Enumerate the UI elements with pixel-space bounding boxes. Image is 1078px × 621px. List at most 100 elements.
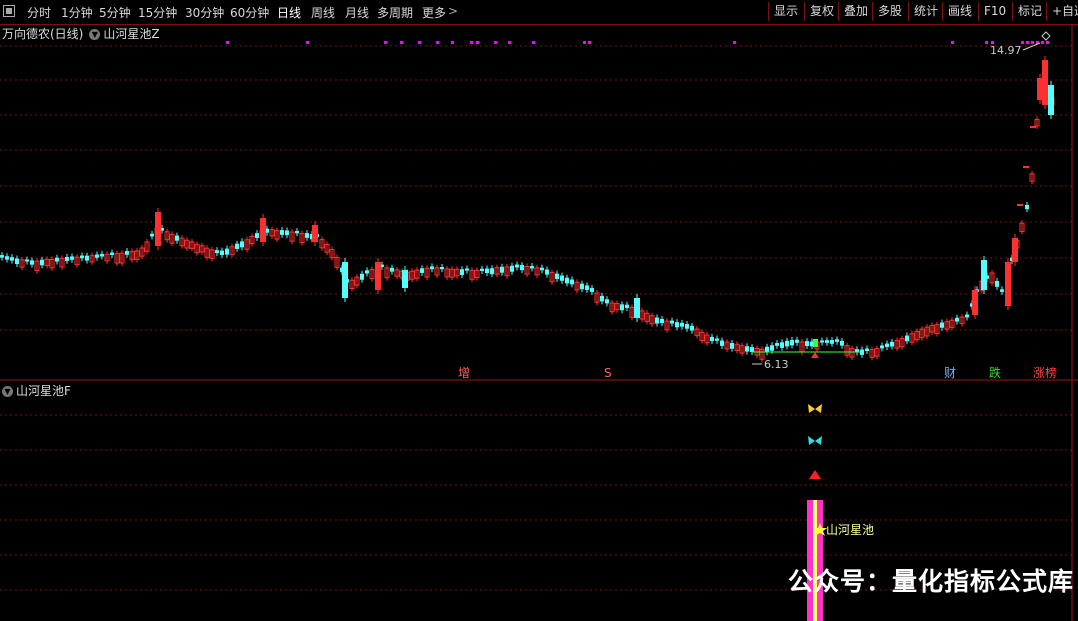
signal-dot xyxy=(494,41,497,44)
candle-body xyxy=(240,241,244,248)
candle-body xyxy=(972,290,978,315)
marker-green xyxy=(813,339,818,347)
candle-body xyxy=(175,235,179,241)
candle-body xyxy=(440,267,444,270)
candle-body xyxy=(225,248,229,255)
signal-dot xyxy=(1046,41,1049,44)
sub-panel-header: ▼ 山河星池F xyxy=(2,382,71,399)
candle-body xyxy=(95,254,99,258)
candle-body xyxy=(880,345,884,349)
candle-body xyxy=(805,341,809,346)
candle-body xyxy=(1048,85,1054,115)
signal-dot xyxy=(583,41,586,44)
candle-body xyxy=(860,349,864,355)
diamond-icon xyxy=(1041,31,1051,41)
signal-dot xyxy=(226,41,229,44)
candle-body xyxy=(580,283,584,290)
candle-body xyxy=(420,268,424,273)
signal-dot xyxy=(470,41,473,44)
candle-body xyxy=(30,260,34,265)
signal-dot xyxy=(508,41,511,44)
candle-body xyxy=(342,262,348,298)
kline-chart[interactable]: 14.97 6.13 山河星池 xyxy=(0,0,1078,621)
candle-body xyxy=(235,243,239,249)
candle-body xyxy=(0,255,4,258)
candle-body xyxy=(25,259,29,262)
signal-bar-core xyxy=(813,500,817,621)
candle-body xyxy=(685,324,689,329)
candle-body xyxy=(790,339,794,346)
candle-body xyxy=(510,265,514,272)
candle-body xyxy=(565,277,569,284)
candle-body xyxy=(312,225,318,242)
candle-body xyxy=(785,340,789,347)
candle-body xyxy=(255,233,259,238)
candle-body xyxy=(150,233,154,237)
candle-body xyxy=(1012,238,1018,262)
candle-body xyxy=(10,257,14,261)
event-badge-s[interactable]: S xyxy=(603,366,613,380)
candle-body xyxy=(555,273,559,279)
event-badge-zhangbang[interactable]: 涨榜 xyxy=(1032,366,1058,380)
candle-body xyxy=(125,251,129,255)
candle-body xyxy=(480,268,484,272)
candle-body xyxy=(540,267,544,271)
candle-body xyxy=(670,320,674,324)
signal-dot xyxy=(400,41,403,44)
candle-body xyxy=(570,279,574,285)
candle-body xyxy=(80,255,84,259)
candle-body xyxy=(5,256,9,260)
candle-body xyxy=(600,295,604,302)
candle-body xyxy=(605,299,609,304)
candle-body xyxy=(885,343,889,347)
candle-body xyxy=(65,256,69,261)
signal-dot xyxy=(588,41,591,44)
candle-body xyxy=(55,257,59,262)
candle-body xyxy=(215,250,219,254)
candle-body xyxy=(155,212,161,246)
signal-dot xyxy=(985,41,988,44)
candle-body xyxy=(402,270,408,288)
watermark-text: 公众号：量化指标公式库 xyxy=(787,567,1074,596)
candle-body xyxy=(220,250,224,255)
candle-body xyxy=(690,325,694,331)
candle-body xyxy=(390,267,394,272)
candle-body xyxy=(720,340,724,346)
event-badge-zeng[interactable]: 增 xyxy=(457,366,471,380)
candle-body xyxy=(940,322,944,328)
candle-body xyxy=(430,266,434,270)
candle-body xyxy=(745,346,749,352)
signal-dot xyxy=(436,41,439,44)
candle-body xyxy=(715,338,719,341)
event-badge-die[interactable]: 跌 xyxy=(988,366,1002,380)
butterfly-gold-icon xyxy=(808,404,822,413)
candle-body xyxy=(1005,262,1011,306)
candle-body xyxy=(1025,204,1029,210)
candle-body xyxy=(865,348,869,352)
butterfly-cyan-icon xyxy=(808,436,822,445)
candle-body xyxy=(634,298,640,318)
signal-dot xyxy=(532,41,535,44)
candle-body xyxy=(515,264,519,268)
candle-body xyxy=(825,340,829,343)
up-arrow-icon xyxy=(811,352,819,358)
candle-body xyxy=(795,339,799,343)
candle-body xyxy=(1037,78,1043,100)
candle-body xyxy=(15,258,19,265)
signal-dot xyxy=(1026,41,1029,44)
signal-label: 山河星池 xyxy=(826,523,874,537)
candle-body xyxy=(285,230,289,236)
candle-body xyxy=(995,281,999,287)
candle-body xyxy=(965,314,969,318)
chevron-down-icon[interactable]: ▼ xyxy=(2,386,13,397)
candle-body xyxy=(485,268,489,273)
signal-dot xyxy=(733,41,736,44)
candle-body xyxy=(365,270,369,274)
event-badge-cai[interactable]: 财 xyxy=(943,366,957,380)
candle-body xyxy=(675,322,679,328)
candle-body xyxy=(85,255,89,261)
signal-dot xyxy=(451,41,454,44)
signal-dot xyxy=(951,41,954,44)
signal-dot xyxy=(1031,41,1034,44)
candle-body xyxy=(820,340,824,343)
